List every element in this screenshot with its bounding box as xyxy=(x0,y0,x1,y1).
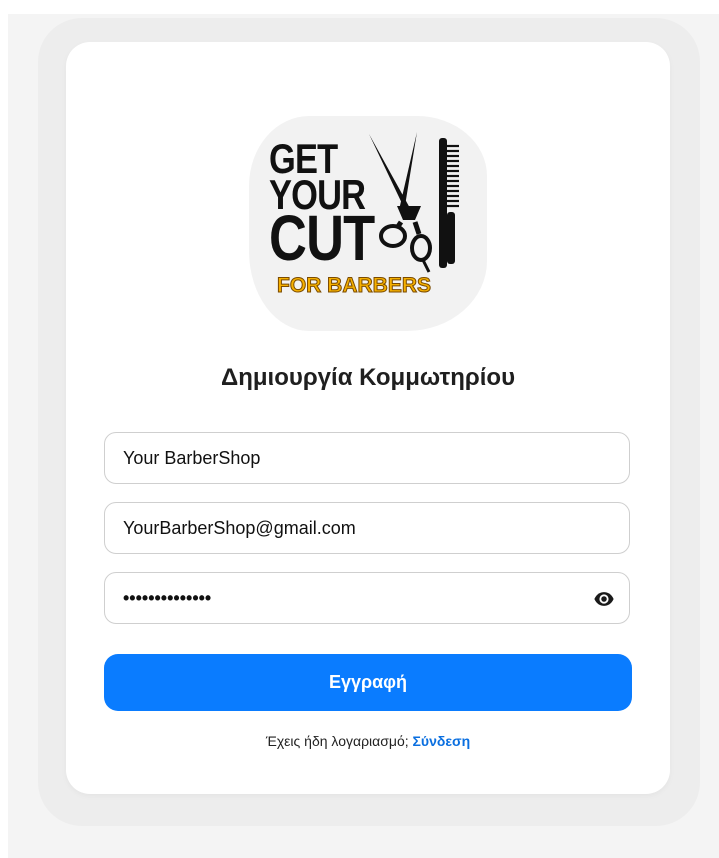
password-value: •••••••••••••• xyxy=(123,588,212,608)
login-link[interactable]: Σύνδεση xyxy=(413,733,471,749)
signup-card: GET YOUR CUT FOR BARBERS Δημιουργία Κομμ… xyxy=(66,42,670,794)
shop-name-input[interactable]: Your BarberShop xyxy=(104,432,630,484)
email-input[interactable]: YourBarberShop@gmail.com xyxy=(104,502,630,554)
logo-subtitle: FOR BARBERS xyxy=(276,274,432,298)
login-prompt: Έχεις ήδη λογαριασμό; Σύνδεση xyxy=(66,733,670,749)
login-prompt-text: Έχεις ήδη λογαριασμό; xyxy=(265,733,409,749)
scissors-comb-icon xyxy=(369,132,459,273)
register-button[interactable]: Εγγραφή xyxy=(104,654,632,711)
password-input[interactable]: •••••••••••••• xyxy=(104,572,630,624)
brand-logo: GET YOUR CUT FOR BARBERS xyxy=(249,116,487,331)
shop-name-value: Your BarberShop xyxy=(123,448,261,468)
page-title: Δημιουργία Κομμωτηρίου xyxy=(220,364,516,391)
email-value: YourBarberShop@gmail.com xyxy=(123,518,356,538)
eye-icon[interactable] xyxy=(593,588,615,610)
